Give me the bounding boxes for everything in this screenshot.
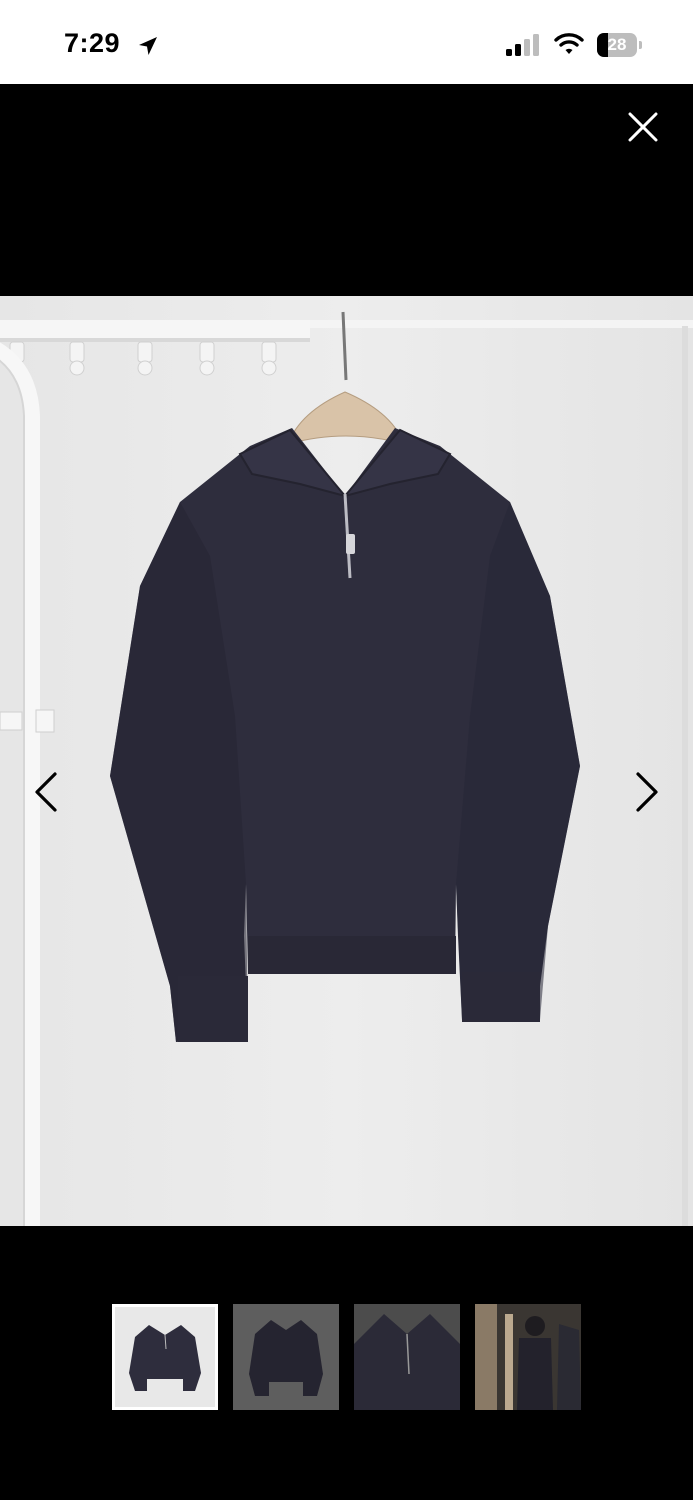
- thumbnail-2[interactable]: [233, 1304, 339, 1410]
- product-photo-image: [0, 311, 693, 1226]
- product-photo[interactable]: [0, 296, 693, 1226]
- close-button[interactable]: [622, 106, 664, 148]
- wifi-icon: [554, 33, 584, 54]
- thumbnail-1[interactable]: [112, 1304, 218, 1410]
- chevron-left-icon: [35, 772, 57, 812]
- thumbnail-strip: [0, 1304, 693, 1412]
- next-image-button[interactable]: [628, 770, 668, 814]
- battery-icon: 28: [597, 33, 643, 57]
- battery-level: 28: [607, 35, 627, 54]
- status-time: 7:29: [64, 28, 121, 58]
- thumbnail-4[interactable]: [475, 1304, 581, 1410]
- chevron-right-icon: [636, 772, 658, 812]
- close-icon: [628, 112, 658, 142]
- previous-image-button[interactable]: [28, 770, 68, 814]
- cellular-signal-icon: [506, 34, 539, 56]
- status-bar: 7:29 28: [0, 0, 693, 84]
- thumbnail-3[interactable]: [354, 1304, 460, 1410]
- location-arrow-icon: [139, 37, 157, 55]
